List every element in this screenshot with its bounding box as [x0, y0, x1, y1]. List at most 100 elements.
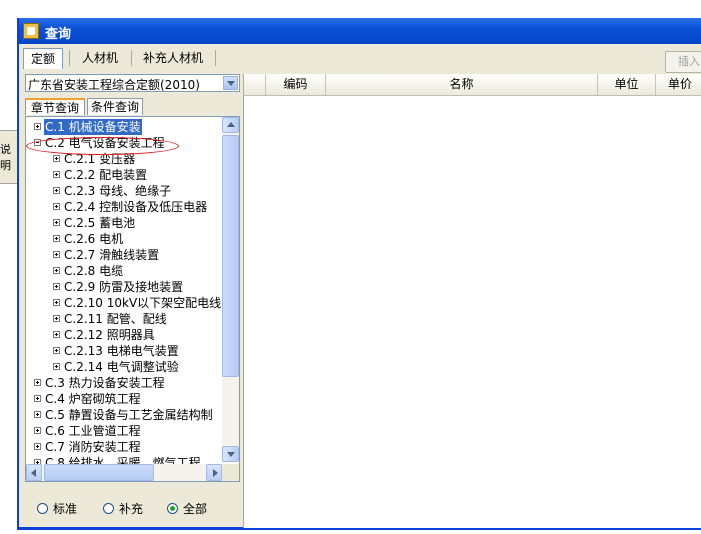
quota-grid: 编码 名称 单位 单价	[243, 74, 701, 528]
tree-node[interactable]: C.2.4 控制设备及低压电器	[26, 199, 222, 215]
tree-node-label: C.2.4 控制设备及低压电器	[64, 200, 208, 214]
tree-node[interactable]: C.3 热力设备安装工程	[26, 375, 222, 391]
tree-node[interactable]: C.2.6 电机	[26, 231, 222, 247]
tree-node[interactable]: C.1 机械设备安装	[26, 118, 222, 136]
column-header-price[interactable]: 单价	[656, 74, 701, 95]
expand-icon[interactable]	[34, 395, 41, 402]
tree-node-label: C.2.6 电机	[64, 232, 124, 246]
window-title: 查询	[45, 27, 72, 42]
tree-node[interactable]: C.2.9 防雷及接地装置	[26, 279, 222, 295]
expand-icon[interactable]	[53, 299, 60, 306]
expand-icon[interactable]	[53, 347, 60, 354]
tree-node[interactable]: C.2.2 配电装置	[26, 167, 222, 183]
tree-node[interactable]: C.2.8 电缆	[26, 263, 222, 279]
radio-standard[interactable]: 标准	[37, 502, 97, 516]
expand-icon[interactable]	[34, 443, 41, 450]
tree-node-label: C.2.13 电梯电气装置	[64, 344, 179, 358]
tree-node[interactable]: C.2.3 母线、绝缘子	[26, 183, 222, 199]
tree-node[interactable]: C.2.1 变压器	[26, 151, 222, 167]
title-bar[interactable]: 查询	[19, 18, 701, 44]
tree-node[interactable]: C.2.7 滑触线装置	[26, 247, 222, 263]
tree-node-label: C.1 机械设备安装	[43, 118, 143, 136]
tree-node-label: C.2.12 照明器具	[64, 328, 155, 342]
chevron-down-icon[interactable]	[223, 76, 238, 90]
tree-node[interactable]: C.4 炉窑砌筑工程	[26, 391, 222, 407]
column-header-unit[interactable]: 单位	[598, 74, 656, 95]
expand-icon[interactable]	[53, 331, 60, 338]
tree-vertical-scrollbar[interactable]	[222, 117, 239, 462]
radio-supplementary[interactable]: 补充	[103, 502, 163, 516]
scrollbar-corner	[222, 464, 239, 481]
tree-node-label: C.2.14 电气调整试验	[64, 360, 179, 374]
quota-library-value: 广东省安装工程综合定额(2010)	[28, 78, 200, 92]
tab-supplementary-lmm[interactable]: 补充人材机	[135, 48, 211, 68]
tree-node[interactable]: C.2.11 配管、配线	[26, 311, 222, 327]
tree-node[interactable]: C.2.12 照明器具	[26, 327, 222, 343]
expand-icon[interactable]	[34, 411, 41, 418]
background-window-text: 说明	[0, 143, 11, 172]
column-header-code[interactable]: 编码	[266, 74, 326, 95]
tree-node-label: C.2.2 配电装置	[64, 168, 148, 182]
expand-icon[interactable]	[53, 155, 60, 162]
insert-button[interactable]: 插入	[665, 51, 701, 73]
expand-icon[interactable]	[53, 187, 60, 194]
expand-icon[interactable]	[34, 123, 41, 130]
tree-node-label: C.2 电气设备安装工程	[45, 136, 165, 150]
expand-icon[interactable]	[53, 171, 60, 178]
tree-node[interactable]: C.2.5 蓄电池	[26, 215, 222, 231]
scroll-right-icon[interactable]	[206, 464, 222, 481]
expand-icon[interactable]	[34, 427, 41, 434]
scroll-thumb[interactable]	[222, 135, 239, 377]
expand-icon[interactable]	[53, 267, 60, 274]
expand-icon[interactable]	[53, 235, 60, 242]
tree-node-label: C.2.9 防雷及接地装置	[64, 280, 184, 294]
tab-separator	[215, 50, 216, 66]
radio-all-label: 全部	[183, 502, 208, 516]
tree-node-label: C.2.5 蓄电池	[64, 216, 136, 230]
chapter-tree: C.1 机械设备安装 C.2 电气设备安装工程 C.2.1 变压器 C.2.2 配电装…	[25, 116, 240, 482]
app-icon	[23, 23, 39, 39]
horizontal-scroll-thumb[interactable]	[44, 464, 154, 481]
tab-separator	[69, 50, 70, 66]
tree-node[interactable]: C.7 消防安装工程	[26, 439, 222, 455]
tree-node-label: C.2.10 10kV以下架空配电线	[64, 296, 222, 310]
scroll-down-icon[interactable]	[222, 446, 239, 462]
column-header-name[interactable]: 名称	[326, 74, 598, 95]
expand-icon[interactable]	[53, 251, 60, 258]
tab-condition-query[interactable]: 条件查询	[87, 98, 143, 115]
tree-node-label: C.7 消防安装工程	[45, 440, 141, 454]
tree-node-label: C.2.11 配管、配线	[64, 312, 167, 326]
expand-icon[interactable]	[53, 283, 60, 290]
tree-node-label: C.6 工业管道工程	[45, 424, 141, 438]
quota-source-radios: 标准 补充 全部	[25, 490, 240, 526]
radio-all[interactable]: 全部	[167, 502, 227, 516]
tree-node-label: C.5 静置设备与工艺金属结构制	[45, 408, 213, 422]
expand-icon[interactable]	[53, 219, 60, 226]
tab-chapter-query[interactable]: 章节查询	[25, 98, 85, 115]
scroll-left-icon[interactable]	[26, 464, 42, 481]
tab-separator	[131, 50, 132, 66]
radio-all-circle	[167, 503, 178, 514]
tab-labor-material-machine[interactable]: 人材机	[75, 48, 125, 68]
tree-horizontal-scrollbar[interactable]	[26, 464, 222, 481]
tree-node[interactable]: C.2.14 电气调整试验	[26, 359, 222, 375]
tree-items: C.1 机械设备安装 C.2 电气设备安装工程 C.2.1 变压器 C.2.2 配电装…	[26, 117, 222, 481]
quota-library-select[interactable]: 广东省安装工程综合定额(2010)	[25, 74, 240, 92]
tree-node[interactable]: C.2.10 10kV以下架空配电线	[26, 295, 222, 311]
query-window: 查询 定额 人材机 补充人材机 插入 广东省安装工程综合定额(2010) 章节查…	[17, 18, 701, 530]
collapse-icon[interactable]	[34, 139, 41, 146]
tab-quota[interactable]: 定额	[23, 48, 63, 69]
expand-icon[interactable]	[53, 203, 60, 210]
tree-node-label: C.4 炉窑砌筑工程	[45, 392, 141, 406]
expand-icon[interactable]	[53, 315, 60, 322]
expand-icon[interactable]	[34, 379, 41, 386]
tree-node-label: C.2.8 电缆	[64, 264, 124, 278]
tree-node[interactable]: C.5 静置设备与工艺金属结构制	[26, 407, 222, 423]
tree-node-label: C.2.3 母线、绝缘子	[64, 184, 172, 198]
tree-node[interactable]: C.6 工业管道工程	[26, 423, 222, 439]
tree-node[interactable]: C.2.13 电梯电气装置	[26, 343, 222, 359]
scroll-up-icon[interactable]	[222, 117, 239, 133]
radio-standard-circle	[37, 503, 48, 514]
expand-icon[interactable]	[53, 363, 60, 370]
tree-node[interactable]: C.2 电气设备安装工程	[26, 135, 222, 151]
